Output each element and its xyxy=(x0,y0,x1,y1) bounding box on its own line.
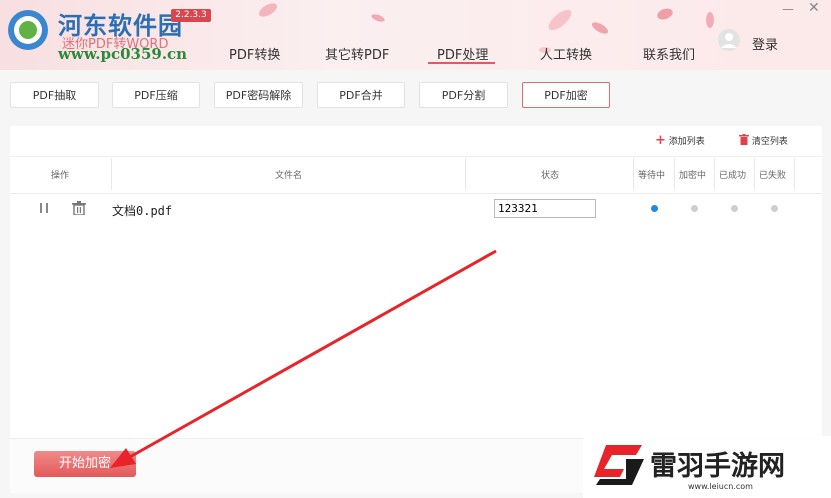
start-encrypt-button[interactable]: 开始加密 xyxy=(34,451,136,477)
column-divider xyxy=(714,158,715,190)
add-list-button[interactable]: + 添加列表 xyxy=(655,133,705,148)
status-dot-success xyxy=(731,205,738,212)
tool-pdf-extract[interactable]: PDF抽取 xyxy=(10,82,99,108)
column-divider xyxy=(674,158,675,190)
nav-pdf-process[interactable]: PDF处理 xyxy=(437,44,488,63)
column-divider xyxy=(465,158,466,190)
status-dot-waiting xyxy=(651,205,658,212)
column-header-filename: 文件名 xyxy=(275,171,303,181)
column-header-encrypting: 加密中 xyxy=(679,171,707,181)
tool-pdf-unlock[interactable]: PDF密码解除 xyxy=(214,82,303,108)
watermark-text: 雷羽手游网 xyxy=(650,451,785,482)
app-logo-icon xyxy=(8,10,48,50)
user-avatar-icon[interactable] xyxy=(717,28,741,52)
add-list-label: 添加列表 xyxy=(668,137,705,147)
status-dot-failed xyxy=(771,205,778,212)
tool-pdf-merge[interactable]: PDF合并 xyxy=(317,82,405,108)
tool-pdf-compress[interactable]: PDF压缩 xyxy=(112,82,200,108)
nav-contact[interactable]: 联系我们 xyxy=(643,44,695,63)
column-divider xyxy=(111,158,112,190)
nav-manual-convert[interactable]: 人工转换 xyxy=(540,44,592,63)
title-bar: 河东软件园 2.2.3.3 迷你PDF转WORD www.pc0359.cn P… xyxy=(0,0,831,70)
column-header-status: 状态 xyxy=(541,171,560,181)
nav-other-to-pdf[interactable]: 其它转PDF xyxy=(325,44,389,63)
trash-icon xyxy=(739,134,749,145)
tool-pdf-encrypt[interactable]: PDF加密 xyxy=(522,82,610,108)
column-header-success: 已成功 xyxy=(719,171,747,181)
login-link[interactable]: 登录 xyxy=(752,34,778,53)
delete-row-icon[interactable] xyxy=(72,201,86,215)
column-divider xyxy=(633,158,634,190)
column-divider xyxy=(754,158,755,190)
nav-active-indicator xyxy=(428,62,495,64)
password-input[interactable] xyxy=(494,199,596,218)
watermark-logo-icon xyxy=(594,445,644,485)
app-logo-url: www.pc0359.cn xyxy=(58,45,188,63)
pause-icon[interactable] xyxy=(40,203,42,213)
nav-pdf-convert[interactable]: PDF转换 xyxy=(229,44,280,63)
file-name: 文档0.pdf xyxy=(112,204,173,218)
table-row: 文档0.pdf xyxy=(10,196,822,222)
plus-icon: + xyxy=(655,133,666,148)
close-icon[interactable]: ✕ xyxy=(808,0,820,16)
watermark-url: www.leiucn.com xyxy=(688,482,753,491)
column-header-waiting: 等待中 xyxy=(638,171,666,181)
clear-list-button[interactable]: 清空列表 xyxy=(739,134,788,147)
tool-pdf-split[interactable]: PDF分割 xyxy=(419,82,508,108)
column-header-op: 操作 xyxy=(51,171,70,181)
column-divider xyxy=(794,158,795,190)
clear-list-label: 清空列表 xyxy=(751,137,788,147)
column-header-failed: 已失败 xyxy=(759,171,787,181)
status-dot-encrypting xyxy=(691,205,698,212)
version-badge: 2.2.3.3 xyxy=(171,9,211,22)
minimize-icon[interactable]: — xyxy=(782,2,794,16)
